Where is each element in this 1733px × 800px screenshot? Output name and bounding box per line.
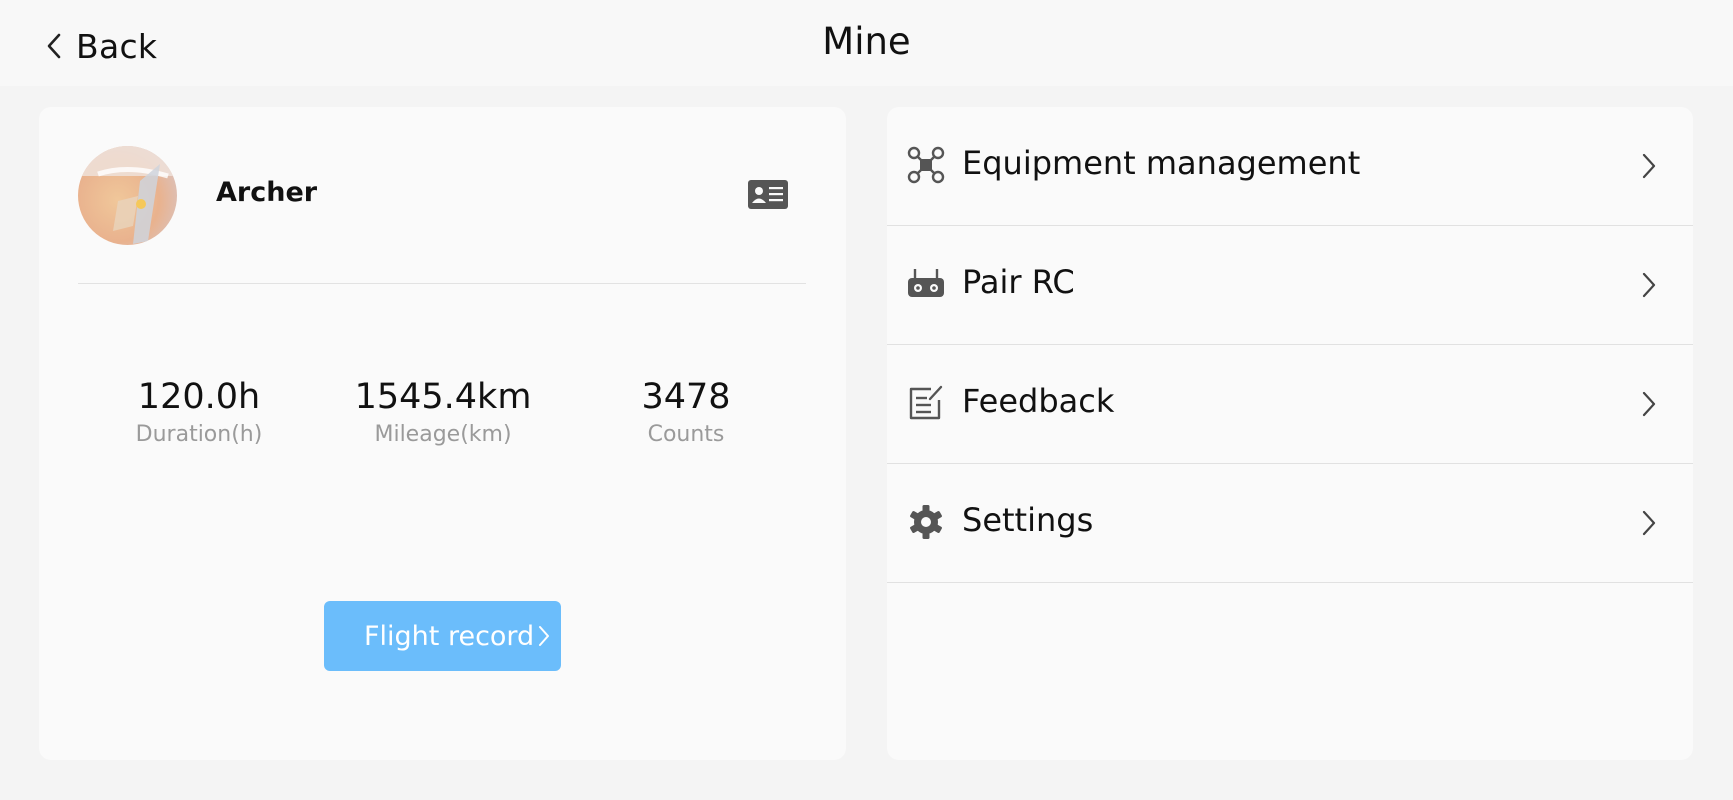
page-title: Mine	[822, 20, 911, 63]
stat-value: 3478	[641, 377, 731, 417]
chevron-right-icon	[1641, 152, 1657, 180]
stat-value: 1545.4km	[354, 377, 532, 417]
menu-item-feedback[interactable]: Feedback	[887, 345, 1693, 464]
stat-label: Duration(h)	[135, 422, 263, 447]
remote-controller-icon	[907, 265, 945, 303]
divider	[78, 283, 806, 284]
menu-item-label: Settings	[962, 501, 1094, 539]
id-card-icon[interactable]	[748, 180, 788, 209]
avatar-image	[78, 146, 177, 245]
flight-record-button[interactable]: Flight record	[324, 601, 561, 671]
menu-item-label: Equipment management	[962, 144, 1361, 182]
drone-icon	[907, 146, 945, 184]
menu-item-label: Feedback	[962, 382, 1115, 420]
menu-item-equipment-management[interactable]: Equipment management	[887, 107, 1693, 226]
stat-mileage: 1545.4km Mileage(km)	[333, 375, 553, 451]
avatar[interactable]	[78, 146, 177, 245]
stat-duration: 120.0h Duration(h)	[89, 375, 309, 451]
stat-counts: 3478 Counts	[576, 375, 796, 451]
stat-label: Mileage(km)	[374, 422, 512, 447]
menu-item-pair-rc[interactable]: Pair RC	[887, 226, 1693, 345]
menu-card: Equipment management Pair RC Feedback Se…	[887, 107, 1693, 760]
username: Archer	[216, 177, 318, 208]
chevron-right-icon	[1641, 271, 1657, 299]
stat-label: Counts	[647, 422, 725, 447]
chevron-right-icon	[1641, 509, 1657, 537]
top-bar: Back Mine	[0, 0, 1733, 86]
feedback-icon	[907, 384, 945, 422]
menu-item-settings[interactable]: Settings	[887, 464, 1693, 583]
menu-item-label: Pair RC	[962, 263, 1075, 301]
gear-icon	[907, 503, 945, 541]
flight-record-label: Flight record	[364, 620, 535, 652]
stat-value: 120.0h	[137, 377, 261, 417]
profile-card: Archer 120.0h Duration(h) 1545.4km Milea…	[39, 107, 846, 760]
chevron-right-icon	[1641, 390, 1657, 418]
chevron-right-icon	[539, 626, 549, 646]
